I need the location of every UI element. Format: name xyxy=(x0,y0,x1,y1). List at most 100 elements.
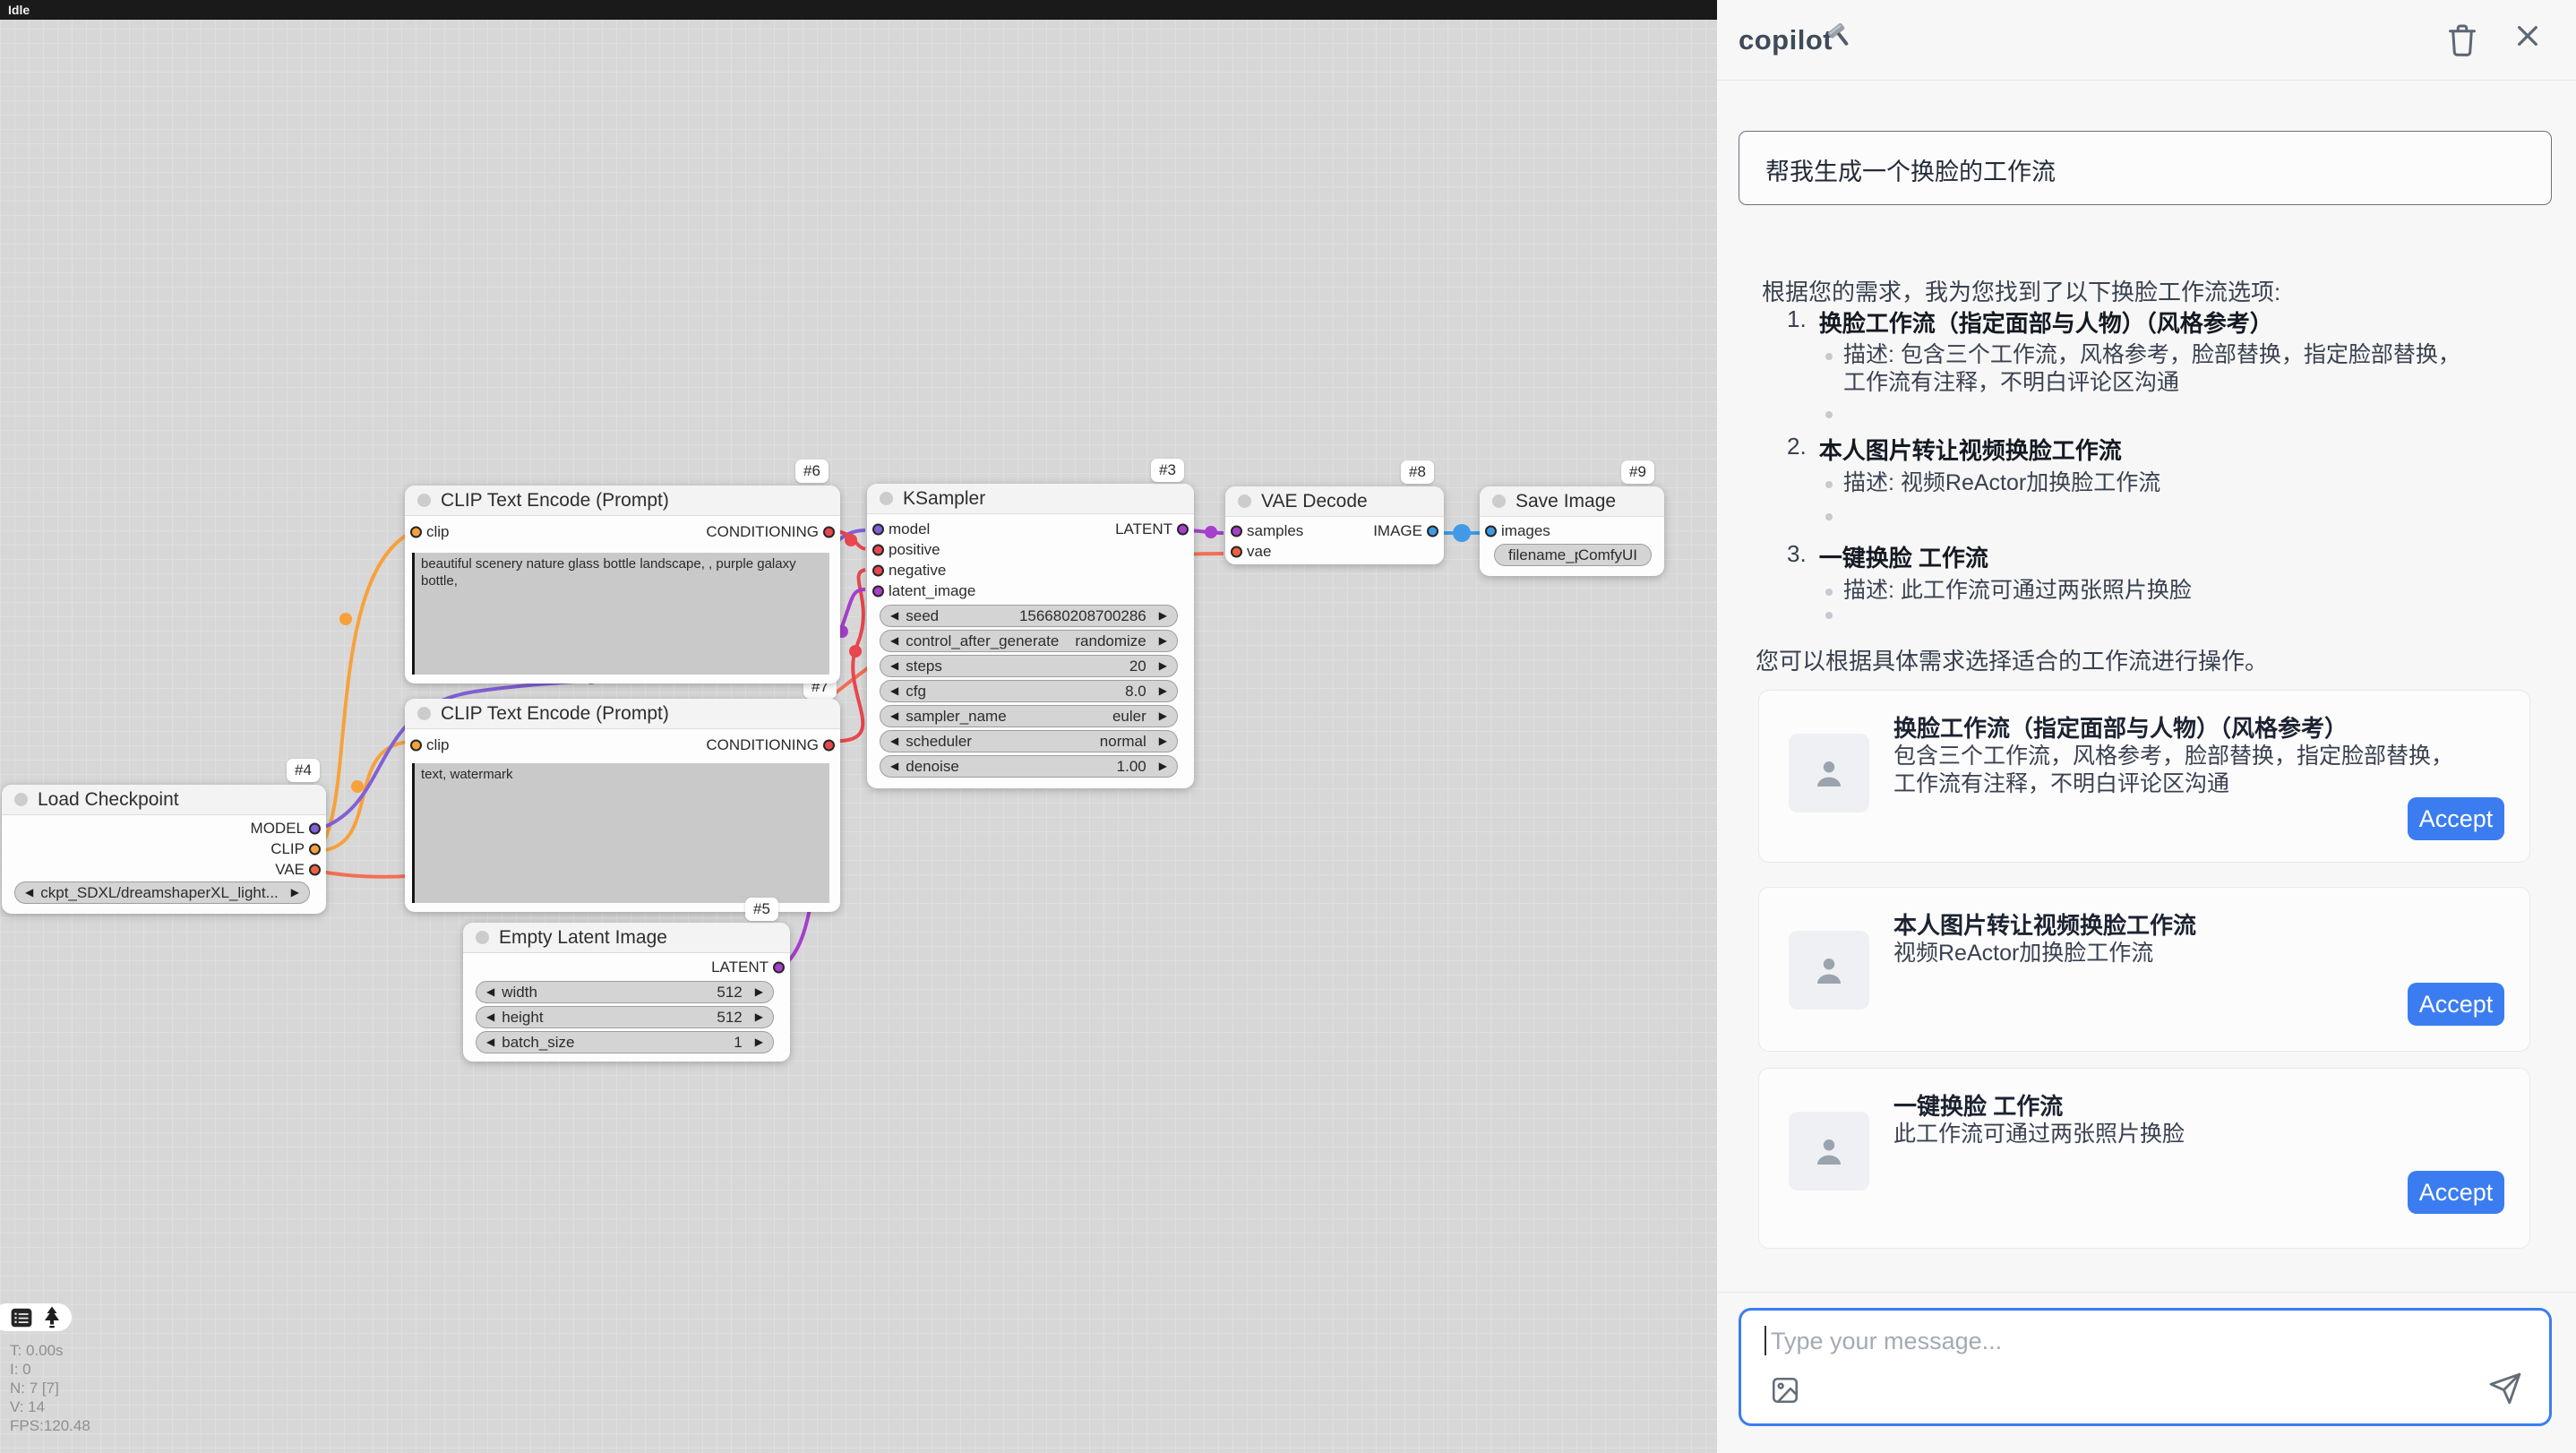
control-after-generate-widget[interactable]: ◀ control_after_generate randomize ▶ xyxy=(880,630,1178,652)
model-output-port[interactable] xyxy=(309,822,321,834)
decrement-arrow-icon[interactable]: ◀ xyxy=(890,605,898,627)
width-widget[interactable]: ◀ width 512 ▶ xyxy=(476,981,774,1003)
node-title-bar[interactable]: CLIP Text Encode (Prompt) xyxy=(405,699,840,729)
vae-input-port[interactable] xyxy=(1231,546,1242,557)
latent-output-port[interactable] xyxy=(1177,523,1189,535)
steps-widget[interactable]: ◀ steps 20 ▶ xyxy=(880,655,1178,677)
node-clip-text-encode-negative[interactable]: CLIP Text Encode (Prompt) clip CONDITION… xyxy=(405,699,840,912)
decrement-arrow-icon[interactable]: ◀ xyxy=(25,881,33,904)
image-output-port[interactable] xyxy=(1427,525,1438,537)
positive-input-port[interactable] xyxy=(872,544,884,555)
collapse-dot-icon[interactable] xyxy=(476,931,489,944)
link-dot xyxy=(351,780,364,793)
vae-output-port[interactable] xyxy=(309,864,321,875)
person-icon xyxy=(1807,949,1850,992)
collapse-dot-icon[interactable] xyxy=(1492,494,1506,508)
sampler-name-widget[interactable]: ◀ sampler_name euler ▶ xyxy=(880,705,1178,727)
node-empty-latent-image[interactable]: Empty Latent Image LATENT ◀ width 512 ▶ … xyxy=(463,923,790,1062)
prompt-textarea[interactable]: text, watermark xyxy=(412,763,829,903)
increment-arrow-icon[interactable]: ▶ xyxy=(1159,680,1167,702)
port-row: latent_image xyxy=(867,580,1194,601)
decrement-arrow-icon[interactable]: ◀ xyxy=(890,755,898,778)
increment-arrow-icon[interactable]: ▶ xyxy=(291,881,299,904)
node-tree-icon[interactable] xyxy=(41,1305,63,1329)
node-ksampler[interactable]: KSampler model LATENT positive negative … xyxy=(867,484,1194,788)
increment-arrow-icon[interactable]: ▶ xyxy=(1159,605,1167,627)
increment-arrow-icon[interactable]: ▶ xyxy=(1159,630,1167,652)
widget-label: seed xyxy=(906,607,1019,625)
port-row: positive xyxy=(867,539,1194,560)
close-icon[interactable] xyxy=(2513,21,2542,50)
collapse-dot-icon[interactable] xyxy=(417,707,431,720)
chat-messages[interactable]: 帮我生成一个换脸的工作流 根据您的需求，我为您找到了以下换脸工作流选项: 1. … xyxy=(1717,82,2576,1291)
decrement-arrow-icon[interactable]: ◀ xyxy=(486,981,494,1003)
send-icon[interactable] xyxy=(2488,1371,2522,1406)
output-label: LATENT xyxy=(711,959,769,976)
node-save-image[interactable]: Save Image images filename_prefix ComfyU… xyxy=(1480,486,1664,576)
scheduler-widget[interactable]: ◀ scheduler normal ▶ xyxy=(880,730,1178,752)
decrement-arrow-icon[interactable]: ◀ xyxy=(486,1031,494,1053)
link-reroute-dot[interactable] xyxy=(1453,524,1471,542)
node-graph-canvas[interactable]: Idle #4 #6 #7 #3 #8 #9 #5 xyxy=(0,0,1717,1453)
collapse-dot-icon[interactable] xyxy=(417,494,431,507)
denoise-widget[interactable]: ◀ denoise 1.00 ▶ xyxy=(880,755,1178,778)
filename-prefix-widget[interactable]: filename_prefix ComfyUI xyxy=(1494,544,1652,566)
collapse-dot-icon[interactable] xyxy=(880,492,893,505)
collapse-dot-icon[interactable] xyxy=(14,793,28,806)
trash-icon[interactable] xyxy=(2445,21,2479,59)
samples-input-port[interactable] xyxy=(1231,525,1242,537)
increment-arrow-icon[interactable]: ▶ xyxy=(1159,655,1167,677)
node-title-bar[interactable]: Save Image xyxy=(1480,486,1664,517)
accept-button[interactable]: Accept xyxy=(2408,983,2504,1026)
node-vae-decode[interactable]: VAE Decode samples IMAGE vae xyxy=(1225,486,1444,564)
attach-image-icon[interactable] xyxy=(1770,1375,1800,1406)
height-widget[interactable]: ◀ height 512 ▶ xyxy=(476,1006,774,1028)
node-title-bar[interactable]: CLIP Text Encode (Prompt) xyxy=(405,486,840,516)
node-title-bar[interactable]: VAE Decode xyxy=(1225,486,1444,517)
clip-input-port[interactable] xyxy=(410,526,422,537)
decrement-arrow-icon[interactable]: ◀ xyxy=(890,680,898,702)
node-load-checkpoint[interactable]: Load Checkpoint MODEL CLIP VAE ◀ ckpt_na… xyxy=(2,785,326,914)
increment-arrow-icon[interactable]: ▶ xyxy=(1159,730,1167,752)
accept-button[interactable]: Accept xyxy=(2408,1171,2504,1214)
increment-arrow-icon[interactable]: ▶ xyxy=(755,981,763,1003)
increment-arrow-icon[interactable]: ▶ xyxy=(755,1031,763,1053)
node-title-bar[interactable]: Empty Latent Image xyxy=(463,923,790,953)
clip-output-port[interactable] xyxy=(309,843,321,855)
output-label: LATENT xyxy=(1115,520,1172,538)
model-input-port[interactable] xyxy=(872,523,884,535)
decrement-arrow-icon[interactable]: ◀ xyxy=(890,655,898,677)
output-label: CONDITIONING xyxy=(706,523,819,541)
output-label: CONDITIONING xyxy=(706,736,819,754)
assistant-intro: 根据您的需求，我为您找到了以下换脸工作流选项: xyxy=(1762,274,2532,307)
increment-arrow-icon[interactable]: ▶ xyxy=(1159,755,1167,778)
conditioning-output-port[interactable] xyxy=(823,739,835,751)
output-label: MODEL xyxy=(251,820,305,838)
increment-arrow-icon[interactable]: ▶ xyxy=(755,1006,763,1028)
workflow-list-icon[interactable] xyxy=(10,1306,33,1329)
latent-output-port[interactable] xyxy=(773,961,785,973)
node-title-bar[interactable]: Load Checkpoint xyxy=(2,785,326,815)
conditioning-output-port[interactable] xyxy=(823,526,835,537)
collapse-dot-icon[interactable] xyxy=(1238,494,1251,508)
clip-input-port[interactable] xyxy=(410,739,422,751)
accept-button[interactable]: Accept xyxy=(2408,797,2504,840)
stat-nodes: N: 7 [7] xyxy=(10,1379,90,1397)
node-title-bar[interactable]: KSampler xyxy=(867,484,1194,514)
ckpt-name-widget[interactable]: ◀ ckpt_name SDXL/dreamshaperXL_light... … xyxy=(14,881,310,904)
node-clip-text-encode-positive[interactable]: CLIP Text Encode (Prompt) clip CONDITION… xyxy=(405,486,840,684)
images-input-port[interactable] xyxy=(1485,525,1497,537)
message-input[interactable]: Type your message... xyxy=(1739,1308,2552,1426)
seed-widget[interactable]: ◀ seed 156680208700286 ▶ xyxy=(880,605,1178,627)
decrement-arrow-icon[interactable]: ◀ xyxy=(890,630,898,652)
latent-image-input-port[interactable] xyxy=(872,585,884,597)
increment-arrow-icon[interactable]: ▶ xyxy=(1159,705,1167,727)
decrement-arrow-icon[interactable]: ◀ xyxy=(890,705,898,727)
prompt-textarea[interactable]: beautiful scenery nature glass bottle la… xyxy=(412,553,829,675)
batch-size-widget[interactable]: ◀ batch_size 1 ▶ xyxy=(476,1031,774,1053)
option-description: 描述: 视频ReActor加换脸工作流 xyxy=(1843,469,2470,497)
decrement-arrow-icon[interactable]: ◀ xyxy=(890,730,898,752)
negative-input-port[interactable] xyxy=(872,564,884,576)
decrement-arrow-icon[interactable]: ◀ xyxy=(486,1006,494,1028)
cfg-widget[interactable]: ◀ cfg 8.0 ▶ xyxy=(880,680,1178,702)
